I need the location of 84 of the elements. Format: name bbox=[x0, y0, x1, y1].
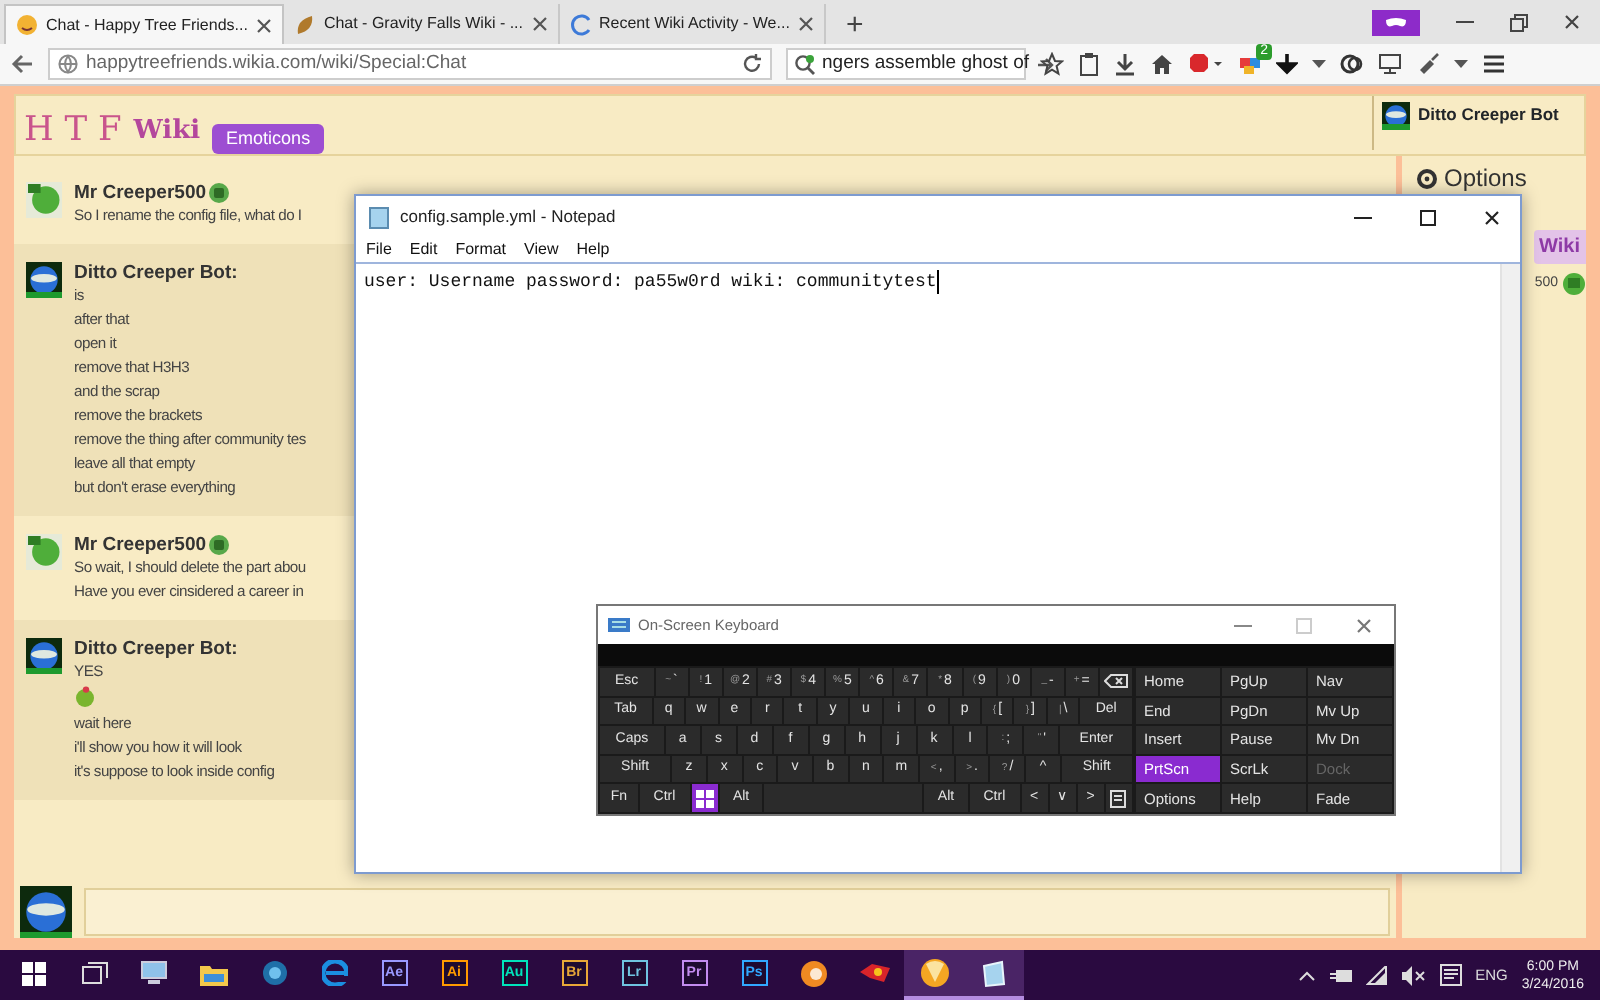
avatar bbox=[1382, 102, 1410, 130]
taskbar-button[interactable] bbox=[904, 950, 964, 1000]
reload-icon[interactable] bbox=[742, 54, 762, 74]
broom-icon[interactable] bbox=[1416, 52, 1440, 76]
logo-text: Wiki bbox=[133, 114, 201, 150]
notepad-icon bbox=[980, 959, 1008, 987]
browser-tab[interactable]: Chat - Happy Tree Friends... bbox=[4, 4, 284, 44]
loading-icon bbox=[569, 13, 591, 35]
close-icon[interactable] bbox=[1564, 14, 1580, 30]
user-name: Ditto Creeper Bot bbox=[1418, 102, 1559, 128]
avatar bbox=[1562, 272, 1586, 296]
caret-icon[interactable] bbox=[1454, 59, 1468, 69]
user-name: Ditto Creeper Bot: bbox=[74, 262, 238, 284]
taskbar-button[interactable] bbox=[964, 950, 1024, 1000]
computer-icon bbox=[140, 960, 168, 986]
app-icon bbox=[859, 962, 889, 984]
user-name: Ditto Creeper Bot: bbox=[74, 638, 238, 660]
smiley-icon bbox=[16, 14, 38, 36]
task-view-icon bbox=[81, 962, 107, 984]
chevron-up-icon[interactable] bbox=[1297, 969, 1316, 981]
avatar bbox=[26, 262, 62, 298]
wifi-icon[interactable] bbox=[1365, 965, 1388, 985]
menu-icon[interactable] bbox=[1482, 54, 1506, 74]
keyboard-icon bbox=[608, 618, 630, 632]
text-cursor bbox=[936, 270, 941, 294]
emoticons-button[interactable]: Emoticons bbox=[212, 123, 325, 154]
menu-key-icon bbox=[1110, 789, 1127, 808]
go-arrow-icon[interactable] bbox=[1035, 55, 1054, 73]
windows-icon bbox=[22, 961, 46, 985]
clipboard-icon[interactable] bbox=[1078, 52, 1100, 76]
folder-icon bbox=[200, 961, 228, 985]
menu-item[interactable]: View bbox=[524, 238, 559, 262]
windows-icon bbox=[695, 789, 714, 808]
caret-icon[interactable] bbox=[1312, 59, 1326, 69]
restore-icon[interactable] bbox=[1510, 13, 1528, 31]
star-icon[interactable] bbox=[1040, 52, 1064, 76]
globe-icon bbox=[58, 54, 78, 74]
plug-icon[interactable] bbox=[1329, 967, 1352, 983]
scrollbar[interactable] bbox=[1500, 264, 1520, 872]
download-icon[interactable] bbox=[1114, 52, 1136, 76]
notepad-icon bbox=[368, 205, 390, 229]
message-input[interactable] bbox=[84, 888, 1390, 936]
menu-item[interactable]: Format bbox=[455, 238, 507, 262]
mask-icon bbox=[1372, 9, 1420, 35]
download-icon[interactable] bbox=[1276, 52, 1298, 76]
user-name: Mr Creeper500 bbox=[74, 534, 207, 556]
notification-icon[interactable] bbox=[1439, 964, 1462, 986]
options-button[interactable]: Options bbox=[1410, 160, 1586, 196]
side-tab[interactable]: Wiki bbox=[1533, 230, 1586, 264]
avatar bbox=[26, 182, 62, 218]
close-icon[interactable] bbox=[255, 17, 272, 33]
address-bar[interactable]: happytreefriends.wikia.com/wiki/Special:Chat bbox=[48, 48, 772, 80]
home-icon[interactable] bbox=[1150, 52, 1174, 76]
avatar bbox=[26, 534, 62, 570]
menu-item[interactable]: File bbox=[366, 238, 392, 262]
new-tab-button[interactable]: + bbox=[825, 8, 884, 44]
key[interactable] bbox=[691, 784, 718, 812]
key[interactable] bbox=[1099, 668, 1133, 696]
logo-letters: H T F bbox=[24, 110, 122, 150]
monitor-icon[interactable] bbox=[1378, 52, 1402, 76]
volume-muted-icon[interactable] bbox=[1401, 965, 1426, 985]
ball-icon bbox=[800, 959, 828, 987]
disc-icon bbox=[261, 960, 287, 986]
sync-icon[interactable] bbox=[1340, 52, 1364, 76]
menu-item[interactable]: Help bbox=[576, 238, 610, 262]
search-icon bbox=[794, 53, 816, 75]
emblem-icon bbox=[208, 182, 231, 204]
avatar bbox=[26, 638, 62, 674]
user-name: Mr Creeper500 bbox=[74, 182, 207, 204]
file-text: user: Username password: pa55w0rd wiki: communitytest bbox=[364, 270, 937, 296]
emblem-icon bbox=[208, 534, 231, 556]
avatar bbox=[20, 886, 72, 938]
key[interactable] bbox=[1105, 784, 1132, 812]
maximize-icon[interactable] bbox=[1420, 209, 1436, 225]
close-icon[interactable] bbox=[1484, 209, 1500, 225]
menu-item[interactable]: Edit bbox=[409, 238, 438, 262]
puzzle-icon[interactable] bbox=[1238, 52, 1262, 76]
leaf-icon bbox=[293, 13, 316, 35]
backspace-icon bbox=[1103, 674, 1128, 689]
back-icon[interactable] bbox=[10, 52, 34, 76]
stop-sign-icon[interactable] bbox=[1188, 52, 1224, 76]
emoji-icon bbox=[74, 686, 96, 708]
window-title: config.sample.yml - Notepad bbox=[400, 204, 616, 230]
browser-icon bbox=[321, 960, 347, 986]
